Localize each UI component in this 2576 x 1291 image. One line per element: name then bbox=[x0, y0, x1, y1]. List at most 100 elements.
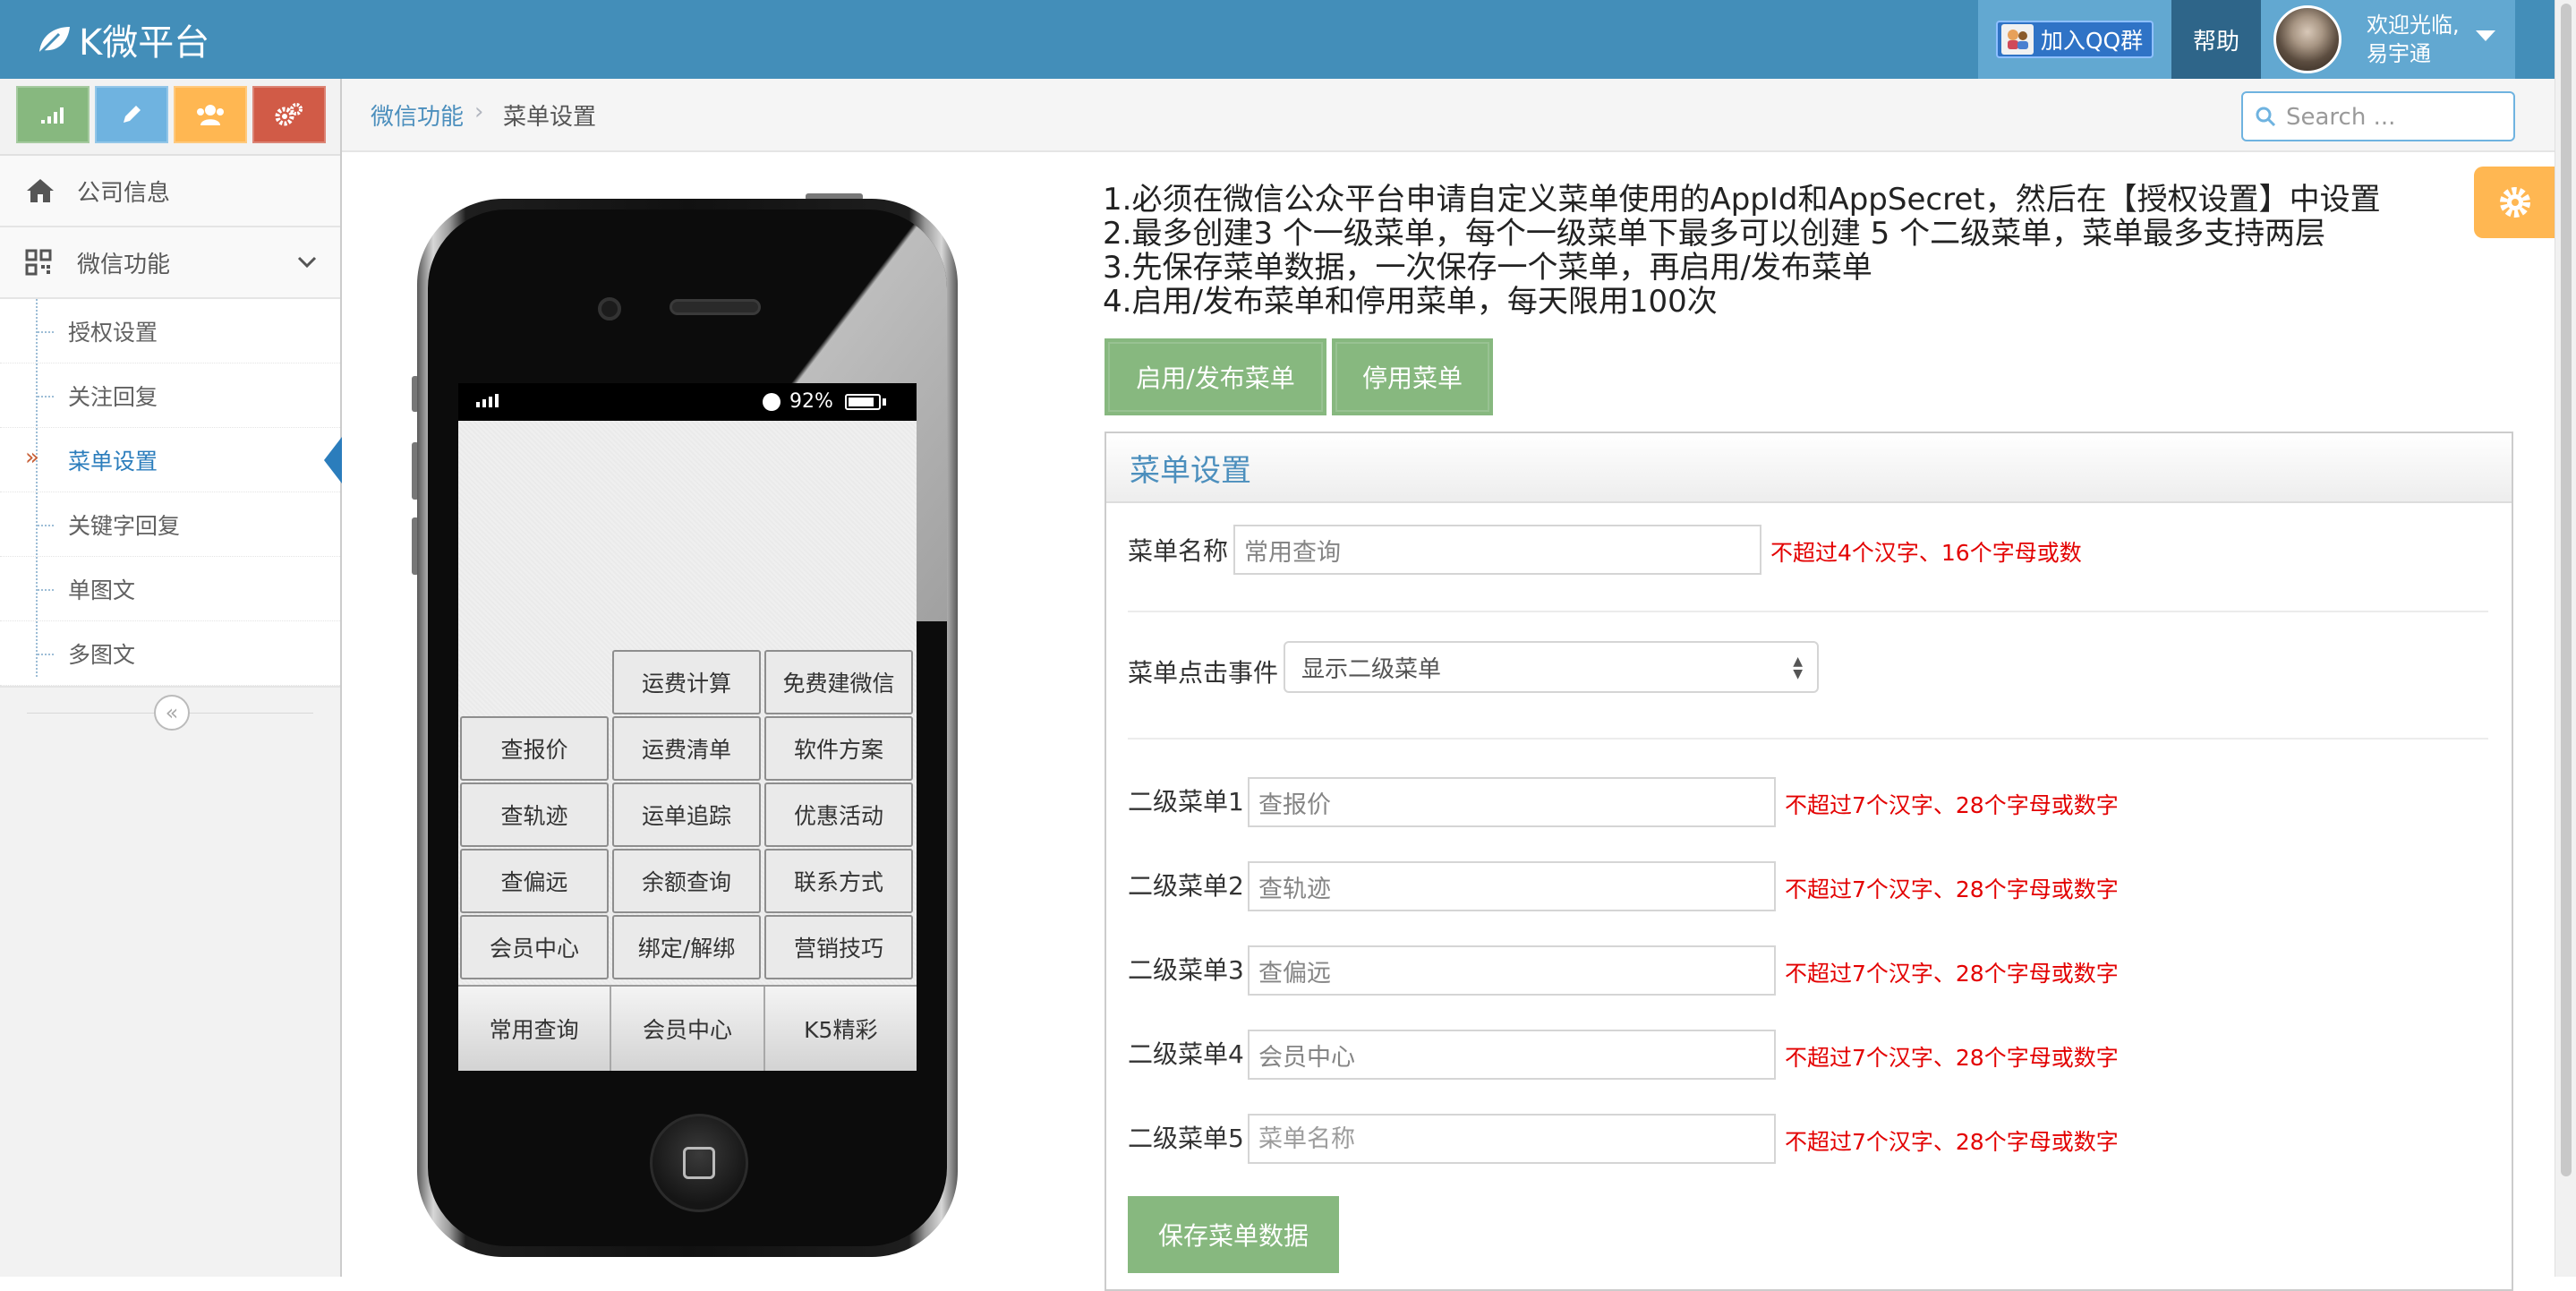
qq-group-label: 加入QQ群 bbox=[2040, 28, 2144, 54]
preview-submenu-item[interactable]: 查报价 bbox=[460, 716, 609, 781]
preview-submenu-item[interactable]: 营销技巧 bbox=[764, 915, 913, 979]
panel-title: 菜单设置 bbox=[1106, 433, 2512, 503]
submenu-4-input[interactable] bbox=[1248, 1030, 1776, 1080]
preview-submenu-item[interactable]: 查轨迹 bbox=[460, 782, 609, 847]
preview-submenu-item[interactable]: 运单追踪 bbox=[612, 782, 761, 847]
sidebar-item-auth-settings[interactable]: 授权设置 bbox=[0, 299, 340, 363]
phone-speaker bbox=[670, 299, 761, 315]
shortcut-stats-button[interactable] bbox=[16, 86, 90, 143]
submenu-3-input[interactable] bbox=[1248, 945, 1776, 996]
instruction-line: 4.启用/发布菜单和停用菜单，每天限用100次 bbox=[1103, 284, 1718, 320]
search-icon bbox=[2254, 105, 2277, 132]
breadcrumb-parent-link[interactable]: 微信功能 bbox=[371, 98, 464, 132]
preview-submenu-item[interactable]: 查偏远 bbox=[460, 849, 609, 913]
sidebar-item-label: 多图文 bbox=[68, 641, 136, 668]
sidebar-item-company-info[interactable]: 公司信息 bbox=[0, 156, 340, 227]
user-name: 易宇通 bbox=[2367, 41, 2431, 66]
double-angle-left-icon: « bbox=[165, 700, 179, 725]
battery-tip bbox=[883, 398, 886, 406]
submenu-5-hint: 不超过7个汉字、28个字母或数字 bbox=[1785, 1129, 2119, 1155]
preview-submenu-item[interactable]: 运费清单 bbox=[612, 716, 761, 781]
sidebar-item-label: 关注回复 bbox=[68, 383, 158, 410]
phone-camera bbox=[598, 297, 621, 321]
qq-group-button[interactable]: 加入QQ群 bbox=[1995, 21, 2154, 58]
breadcrumb: 微信功能 › 菜单设置 bbox=[342, 79, 2555, 152]
sidebar-item-follow-reply[interactable]: 关注回复 bbox=[0, 363, 340, 428]
click-event-label: 菜单点击事件 bbox=[1128, 658, 1279, 688]
preview-submenu-item[interactable]: 余额查询 bbox=[612, 849, 761, 913]
preview-submenu-item[interactable]: 运费计算 bbox=[612, 650, 761, 714]
shortcut-users-button[interactable] bbox=[174, 86, 247, 143]
signal-icon bbox=[41, 107, 64, 124]
qq-people-icon bbox=[2000, 24, 2034, 55]
sidebar-item-menu-settings[interactable]: » 菜单设置 bbox=[0, 428, 342, 492]
top-navbar: K微平台 加入QQ群 帮助 欢迎光临, 易宇通 bbox=[0, 0, 2576, 79]
gear-icon bbox=[2500, 187, 2530, 218]
submenu-1-label: 二级菜单1 bbox=[1128, 787, 1244, 816]
submenu-4-hint: 不超过7个汉字、28个字母或数字 bbox=[1785, 1045, 2119, 1071]
shortcut-settings-button[interactable] bbox=[252, 86, 326, 143]
pencil-icon bbox=[124, 106, 141, 123]
preview-submenu-item[interactable]: 优惠活动 bbox=[764, 782, 913, 847]
page-scrollbar[interactable] bbox=[2555, 0, 2576, 1277]
preview-main-menu-item[interactable]: 会员中心 bbox=[611, 987, 765, 1071]
instructions: 1.必须在微信公众平台申请自定义菜单使用的AppId和AppSecret，然后在… bbox=[1103, 183, 2463, 319]
chevron-down-icon bbox=[295, 251, 319, 280]
submenu-3-hint: 不超过7个汉字、28个字母或数字 bbox=[1785, 961, 2119, 987]
menu-name-hint: 不超过4个汉字、16个字母或数 bbox=[1770, 540, 2082, 566]
click-event-selected: 显示二级菜单 bbox=[1301, 655, 1442, 683]
wechat-menu-preview: 查报价 查轨迹 查偏远 会员中心 运费计算 运费清单 运单追踪 余额查询 绑定/… bbox=[458, 421, 917, 1071]
brand-title: K微平台 bbox=[79, 22, 210, 64]
preview-submenu-item[interactable]: 联系方式 bbox=[764, 849, 913, 913]
submenu-2-label: 二级菜单2 bbox=[1128, 871, 1244, 901]
search-box bbox=[2241, 91, 2515, 141]
collapse-sidebar-button[interactable]: « bbox=[154, 695, 190, 731]
sidebar-item-keyword-reply[interactable]: 关键字回复 bbox=[0, 492, 340, 557]
sidebar-item-single-article[interactable]: 单图文 bbox=[0, 557, 340, 621]
preview-submenu-item[interactable]: 免费建微信 bbox=[764, 650, 913, 714]
menu-name-input[interactable] bbox=[1233, 525, 1761, 575]
sidebar-item-label: 菜单设置 bbox=[68, 448, 158, 475]
users-icon bbox=[197, 105, 224, 125]
preview-main-menu-item[interactable]: 常用查询 bbox=[458, 987, 612, 1071]
home-icon bbox=[25, 177, 55, 210]
ace-settings-button[interactable] bbox=[2474, 167, 2556, 238]
preview-submenu-item[interactable]: 会员中心 bbox=[460, 915, 609, 979]
shortcut-edit-button[interactable] bbox=[95, 86, 168, 143]
phone-screen: 92% 查报价 查轨迹 查偏远 会员中心 运费计算 运费清单 运单追踪 余额查询… bbox=[458, 383, 917, 1071]
sidebar-item-multi-article[interactable]: 多图文 bbox=[0, 621, 340, 686]
preview-main-menu-item[interactable]: K5精彩 bbox=[764, 987, 917, 1071]
signal-bars-icon bbox=[476, 394, 499, 407]
instruction-line: 3.先保存菜单数据，一次保存一个菜单，再启用/发布菜单 bbox=[1103, 250, 1872, 286]
phone-home-button bbox=[650, 1114, 748, 1212]
submenu-4-label: 二级菜单4 bbox=[1128, 1039, 1244, 1069]
submenu-5-label: 二级菜单5 bbox=[1128, 1124, 1244, 1153]
preview-main-menu: 常用查询 会员中心 K5精彩 bbox=[458, 985, 917, 1071]
click-event-select[interactable]: 显示二级菜单 ▲ ▼ bbox=[1284, 641, 1819, 693]
brand[interactable]: K微平台 bbox=[36, 11, 209, 68]
breadcrumb-separator-icon: › bbox=[474, 98, 484, 125]
user-menu[interactable]: 欢迎光临, 易宇通 bbox=[2261, 0, 2515, 79]
save-menu-button[interactable]: 保存菜单数据 bbox=[1128, 1196, 1339, 1273]
submenu-5-input[interactable] bbox=[1248, 1114, 1776, 1164]
sidebar-item-wechat-functions[interactable]: 微信功能 bbox=[0, 227, 340, 299]
instruction-line: 1.必须在微信公众平台申请自定义菜单使用的AppId和AppSecret，然后在… bbox=[1103, 182, 2381, 218]
divider bbox=[1128, 611, 2488, 612]
sidebar: 公司信息 微信功能 授权设置 关注回复 » 菜单设置 关键字回复 单图文 多图文… bbox=[0, 79, 342, 1277]
scrollbar-thumb[interactable] bbox=[2561, 4, 2572, 1176]
submenu-2-input[interactable] bbox=[1248, 861, 1776, 911]
publish-menu-button[interactable]: 启用/发布菜单 bbox=[1105, 338, 1326, 415]
search-input[interactable] bbox=[2284, 100, 2508, 134]
preview-submenu-item[interactable]: 软件方案 bbox=[764, 716, 913, 781]
help-link[interactable]: 帮助 bbox=[2171, 0, 2261, 79]
disable-menu-button[interactable]: 停用菜单 bbox=[1332, 338, 1493, 415]
preview-submenu-item[interactable]: 绑定/解绑 bbox=[612, 915, 761, 979]
submenu-1-input[interactable] bbox=[1248, 777, 1776, 827]
sidebar-shortcuts bbox=[0, 79, 340, 156]
double-angle-right-icon: » bbox=[25, 444, 39, 471]
qrcode-icon bbox=[25, 249, 52, 282]
menu-name-label: 菜单名称 bbox=[1128, 536, 1229, 566]
instruction-line: 2.最多创建3 个一级菜单，每个一级菜单下最多可以创建 5 个二级菜单，菜单最多… bbox=[1103, 216, 2326, 252]
sidebar-collapse: « bbox=[0, 688, 340, 738]
sidebar-submenu: 授权设置 关注回复 » 菜单设置 关键字回复 单图文 多图文 bbox=[0, 299, 342, 688]
